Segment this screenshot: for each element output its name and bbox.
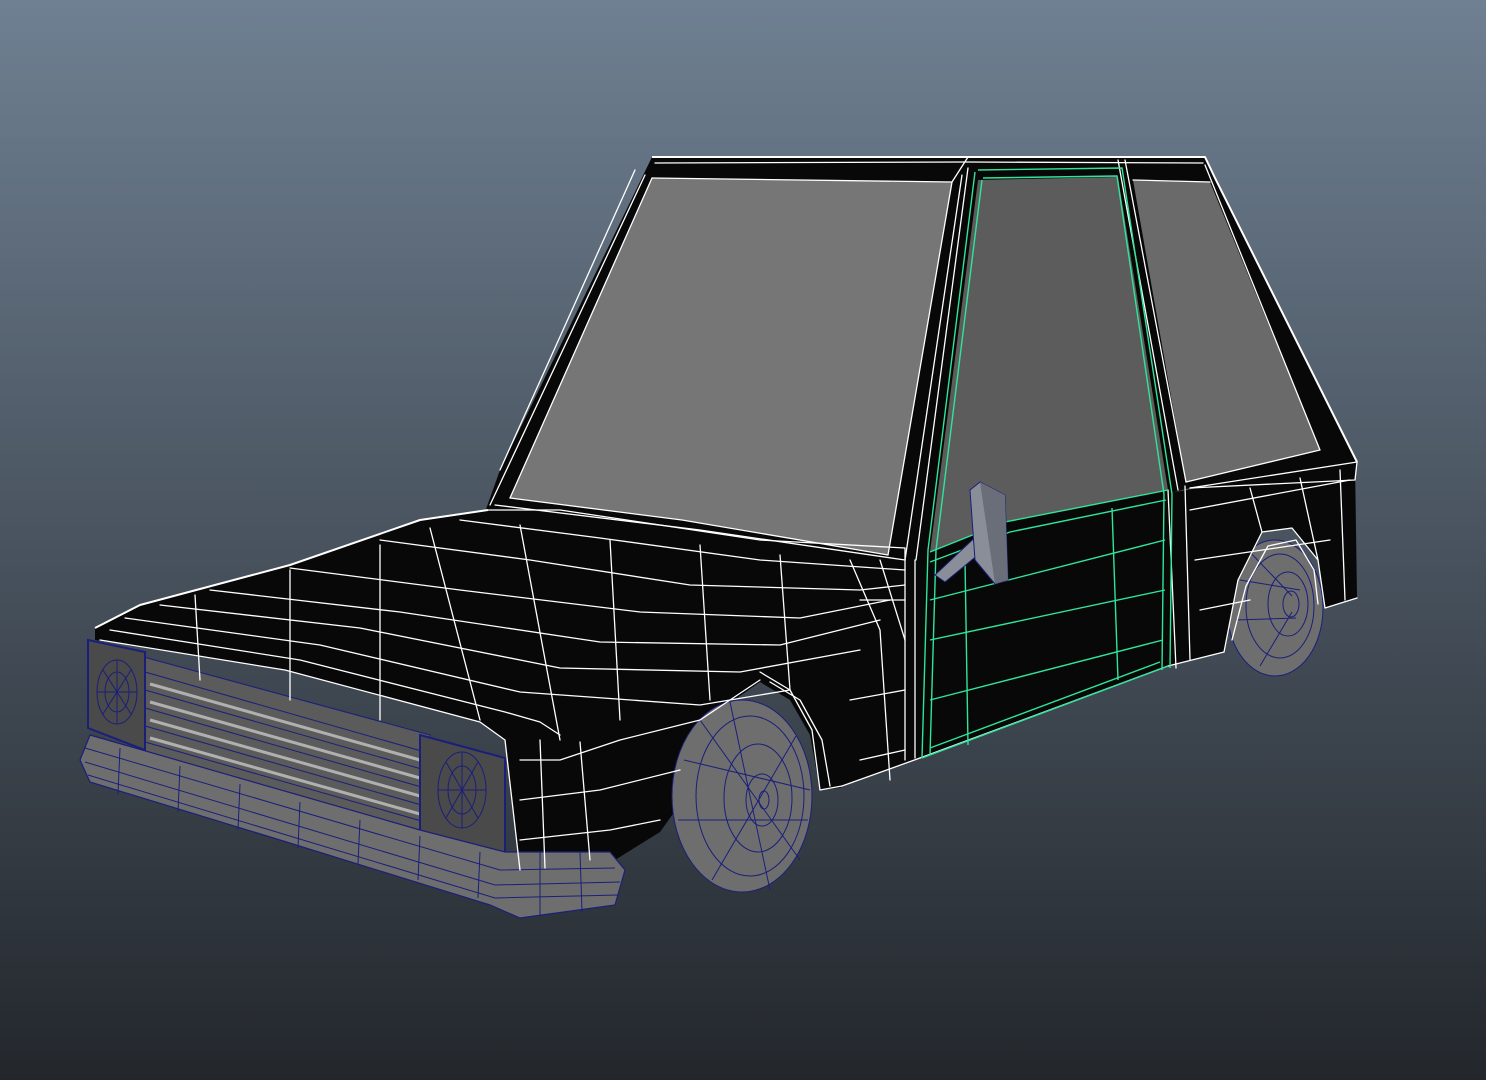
front-tire (671, 699, 813, 893)
car-wireframe-scene[interactable] (0, 0, 1486, 1080)
3d-viewport[interactable] (0, 0, 1486, 1080)
front-wheel[interactable] (671, 699, 813, 893)
